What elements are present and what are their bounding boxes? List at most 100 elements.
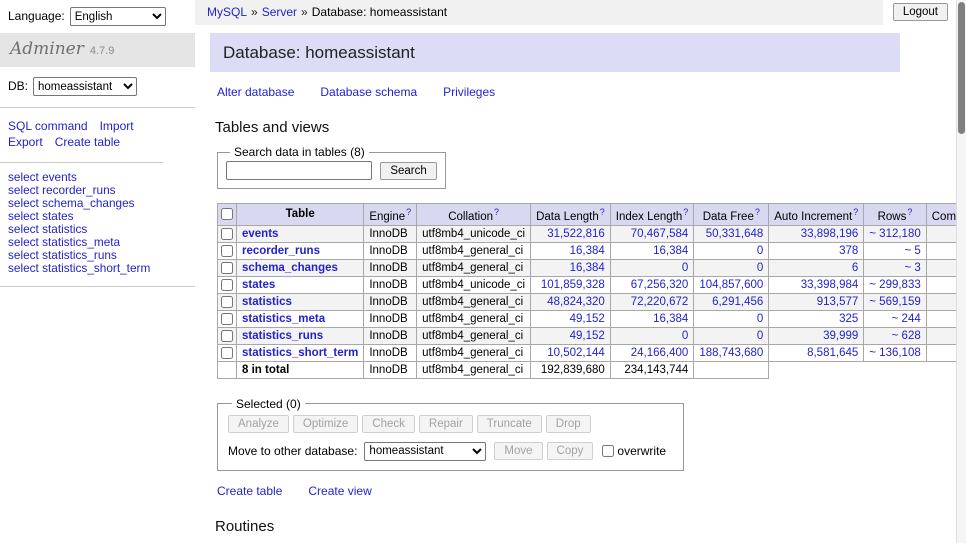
cell-data-length[interactable]: 48,824,320: [531, 293, 611, 310]
cell-data-length[interactable]: 10,502,144: [531, 344, 611, 361]
search-button[interactable]: Search: [380, 162, 436, 180]
db-action-alter-database[interactable]: Alter database: [217, 85, 294, 99]
cell-data-free[interactable]: 0: [694, 327, 769, 344]
db-action-privileges[interactable]: Privileges: [443, 85, 495, 99]
row-checkbox[interactable]: [221, 262, 233, 274]
breadcrumb-current: Database: homeassistant: [312, 5, 447, 19]
cell-collation: utf8mb4_general_ci: [417, 327, 531, 344]
table-link-schema-changes[interactable]: schema_changes: [242, 262, 338, 274]
breadcrumb-link-server[interactable]: Server: [262, 5, 297, 19]
cell-index-length[interactable]: 24,166,400: [610, 344, 694, 361]
cell-rows[interactable]: ~ 312,180: [864, 225, 926, 242]
cell-index-length[interactable]: 0: [610, 259, 694, 276]
cell-data-length[interactable]: 49,152: [531, 310, 611, 327]
overwrite-checkbox[interactable]: [602, 445, 614, 457]
table-link-statistics-runs[interactable]: statistics_runs: [242, 330, 323, 342]
help-link[interactable]: ?: [683, 207, 688, 217]
cell-auto-increment[interactable]: 913,577: [769, 293, 864, 310]
table-link-recorder-runs[interactable]: recorder_runs: [242, 245, 320, 257]
cell-data-free[interactable]: 0: [694, 310, 769, 327]
db-action-database-schema[interactable]: Database schema: [320, 85, 417, 99]
drop-button[interactable]: Drop: [546, 415, 591, 433]
cell-auto-increment[interactable]: 33,898,196: [769, 225, 864, 242]
cell-rows[interactable]: ~ 136,108: [864, 344, 926, 361]
row-checkbox[interactable]: [221, 245, 233, 257]
select-all-checkbox[interactable]: [221, 208, 233, 220]
help-link[interactable]: ?: [494, 207, 499, 217]
table-link-states[interactable]: states: [242, 279, 275, 291]
cell-data-length[interactable]: 16,384: [531, 242, 611, 259]
help-link[interactable]: ?: [600, 207, 605, 217]
totals-data-length: 192,839,680: [531, 361, 611, 378]
help-link[interactable]: ?: [853, 207, 858, 217]
sidebar-link-sql-command[interactable]: SQL command: [8, 118, 88, 134]
row-checkbox[interactable]: [221, 296, 233, 308]
cell-rows[interactable]: ~ 569,159: [864, 293, 926, 310]
move-button[interactable]: Move: [494, 442, 542, 460]
cell-data-free[interactable]: 6,291,456: [694, 293, 769, 310]
language-select[interactable]: English: [70, 7, 166, 26]
row-checkbox[interactable]: [221, 347, 233, 359]
table-link-statistics-short-term[interactable]: statistics_short_term: [242, 347, 358, 359]
row-checkbox[interactable]: [221, 313, 233, 325]
truncate-button[interactable]: Truncate: [477, 415, 542, 433]
cell-rows[interactable]: ~ 5: [864, 242, 926, 259]
scrollbar-thumb[interactable]: [958, 2, 965, 134]
cell-rows[interactable]: ~ 628: [864, 327, 926, 344]
cell-auto-increment[interactable]: 39,999: [769, 327, 864, 344]
cell-data-length[interactable]: 49,152: [531, 327, 611, 344]
vertical-scrollbar[interactable]: [956, 0, 966, 543]
sidebar: Language:English Adminer 4.7.9 DB:homeas…: [0, 0, 195, 543]
help-link[interactable]: ?: [406, 207, 411, 217]
link-create-table[interactable]: Create table: [217, 484, 282, 498]
cell-index-length[interactable]: 0: [610, 327, 694, 344]
check-button[interactable]: Check: [362, 415, 415, 433]
cell-index-length[interactable]: 16,384: [610, 242, 694, 259]
cell-data-free[interactable]: 104,857,600: [694, 276, 769, 293]
copy-button[interactable]: Copy: [547, 442, 594, 460]
cell-auto-increment[interactable]: 33,398,984: [769, 276, 864, 293]
move-database-select[interactable]: homeassistant: [364, 442, 486, 461]
row-checkbox[interactable]: [221, 330, 233, 342]
cell-auto-increment[interactable]: 6: [769, 259, 864, 276]
sidebar-link-create-table[interactable]: Create table: [55, 134, 120, 150]
sidebar-link-export[interactable]: Export: [8, 134, 43, 150]
repair-button[interactable]: Repair: [419, 415, 473, 433]
table-link-statistics[interactable]: statistics: [242, 296, 292, 308]
breadcrumb-link-mysql[interactable]: MySQL: [207, 5, 247, 19]
cell-data-length[interactable]: 16,384: [531, 259, 611, 276]
table-link-events[interactable]: events: [242, 228, 278, 240]
db-select[interactable]: homeassistant: [33, 77, 137, 96]
sidebar-link-import[interactable]: Import: [100, 118, 134, 134]
cell-auto-increment[interactable]: 325: [769, 310, 864, 327]
optimize-button[interactable]: Optimize: [293, 415, 358, 433]
breadcrumb-separator: »: [251, 5, 258, 19]
cell-rows[interactable]: ~ 244: [864, 310, 926, 327]
cell-table-name: statistics_meta: [237, 310, 364, 327]
column-header-table: Table: [237, 204, 364, 226]
cell-auto-increment[interactable]: 378: [769, 242, 864, 259]
cell-index-length[interactable]: 70,467,584: [610, 225, 694, 242]
cell-data-free[interactable]: 0: [694, 259, 769, 276]
cell-rows[interactable]: ~ 299,833: [864, 276, 926, 293]
link-create-view[interactable]: Create view: [308, 484, 371, 498]
help-link[interactable]: ?: [755, 207, 760, 217]
logout-button[interactable]: Logout: [893, 3, 948, 21]
analyze-button[interactable]: Analyze: [228, 415, 289, 433]
table-link-statistics-meta[interactable]: statistics_meta: [242, 313, 325, 325]
row-checkbox[interactable]: [221, 228, 233, 240]
cell-data-free[interactable]: 188,743,680: [694, 344, 769, 361]
cell-data-free[interactable]: 50,331,648: [694, 225, 769, 242]
cell-index-length[interactable]: 72,220,672: [610, 293, 694, 310]
cell-index-length[interactable]: 67,256,320: [610, 276, 694, 293]
cell-data-free[interactable]: 0: [694, 242, 769, 259]
cell-rows[interactable]: ~ 3: [864, 259, 926, 276]
search-input[interactable]: [226, 161, 372, 180]
cell-index-length[interactable]: 16,384: [610, 310, 694, 327]
cell-data-length[interactable]: 31,522,816: [531, 225, 611, 242]
help-link[interactable]: ?: [907, 207, 912, 217]
cell-auto-increment[interactable]: 8,581,645: [769, 344, 864, 361]
cell-data-length[interactable]: 101,859,328: [531, 276, 611, 293]
row-checkbox[interactable]: [221, 279, 233, 291]
sidebar-table-link-select-statistics-short-term[interactable]: select statistics_short_term: [8, 262, 187, 275]
